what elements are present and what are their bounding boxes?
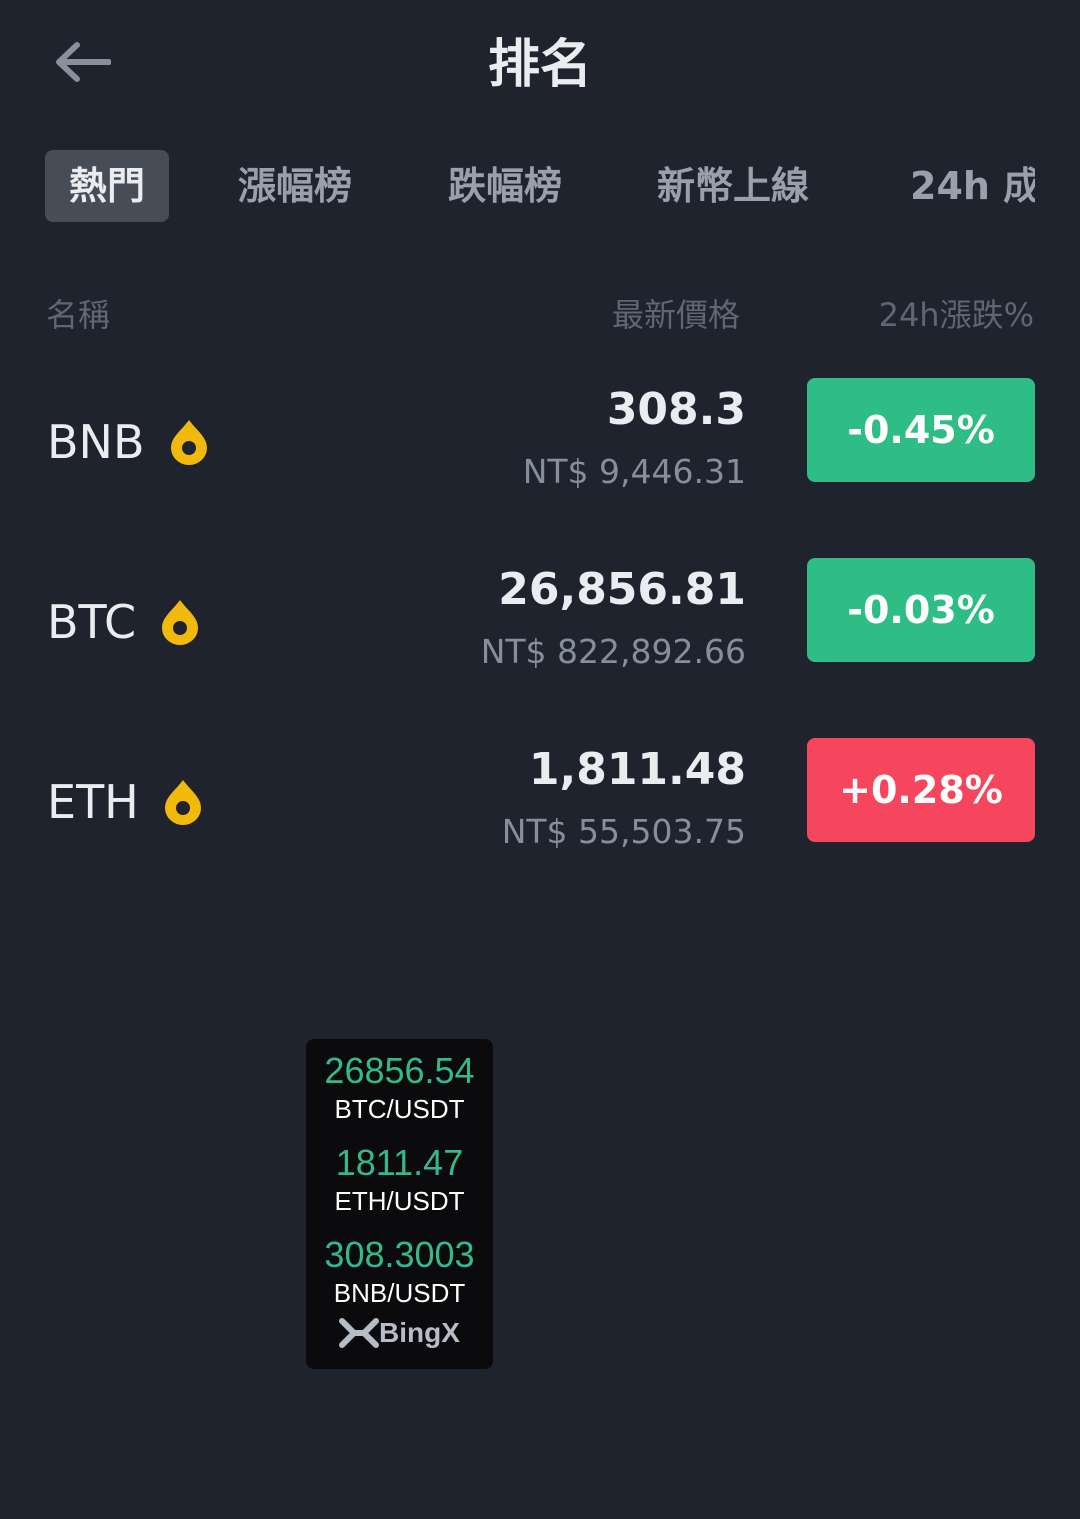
- page-title: 排名: [487, 35, 592, 95]
- floating-price-widget[interactable]: 26856.54 BTC/USDT 1811.47 ETH/USDT 308.3…: [306, 1039, 493, 1369]
- coin-symbol: BNB: [47, 415, 145, 469]
- market-row[interactable]: BTC 26,856.81 NT$ 822,892.66 -0.03%: [0, 558, 1080, 692]
- tab-new-listings[interactable]: 新幣上線: [657, 150, 809, 222]
- coin-symbol: BTC: [47, 595, 137, 649]
- fiat-price: NT$ 55,503.75: [501, 812, 746, 851]
- widget-price: 308.3003: [324, 1234, 475, 1275]
- last-price: 26,856.81: [498, 564, 746, 615]
- widget-pair: BNB/USDT: [333, 1278, 466, 1308]
- fire-icon: [167, 417, 211, 467]
- fire-icon: [161, 777, 205, 827]
- tab-24h-volume[interactable]: 24h 成交額: [910, 150, 1035, 222]
- last-price: 1,811.48: [528, 744, 746, 795]
- category-tabs: 熱門 漲幅榜 跌幅榜 新幣上線 24h 成交額: [45, 150, 1035, 222]
- tab-gainers[interactable]: 漲幅榜: [238, 150, 352, 222]
- coin-symbol-area: ETH: [47, 772, 205, 832]
- last-price: 308.3: [606, 384, 746, 435]
- widget-pair: ETH/USDT: [334, 1186, 465, 1216]
- fiat-price: NT$ 822,892.66: [480, 632, 746, 671]
- coin-symbol-area: BTC: [47, 592, 202, 652]
- change-badge[interactable]: +0.28%: [807, 738, 1035, 842]
- market-row[interactable]: ETH 1,811.48 NT$ 55,503.75 +0.28%: [0, 738, 1080, 872]
- column-header-change: 24h漲跌%: [878, 296, 1034, 334]
- widget-pair: BTC/USDT: [334, 1094, 465, 1124]
- column-header-price: 最新價格: [611, 296, 740, 334]
- change-badge[interactable]: -0.03%: [807, 558, 1035, 662]
- top-bar: 排名: [0, 0, 1080, 130]
- tab-losers[interactable]: 跌幅榜: [448, 150, 562, 222]
- widget-price: 26856.54: [324, 1050, 475, 1091]
- coin-symbol-area: BNB: [47, 412, 211, 472]
- fire-icon: [158, 597, 202, 647]
- column-header-name: 名稱: [46, 296, 111, 334]
- bingx-logo-icon: [339, 1318, 380, 1348]
- coin-symbol: ETH: [47, 775, 139, 829]
- change-badge[interactable]: -0.45%: [807, 378, 1035, 482]
- tab-hot[interactable]: 熱門: [45, 150, 170, 222]
- brand-name: BingX: [379, 1317, 460, 1348]
- fiat-price: NT$ 9,446.31: [522, 452, 746, 491]
- widget-price: 1811.47: [335, 1142, 464, 1183]
- market-row[interactable]: BNB 308.3 NT$ 9,446.31 -0.45%: [0, 378, 1080, 512]
- bingx-brand: BingX: [306, 1317, 493, 1349]
